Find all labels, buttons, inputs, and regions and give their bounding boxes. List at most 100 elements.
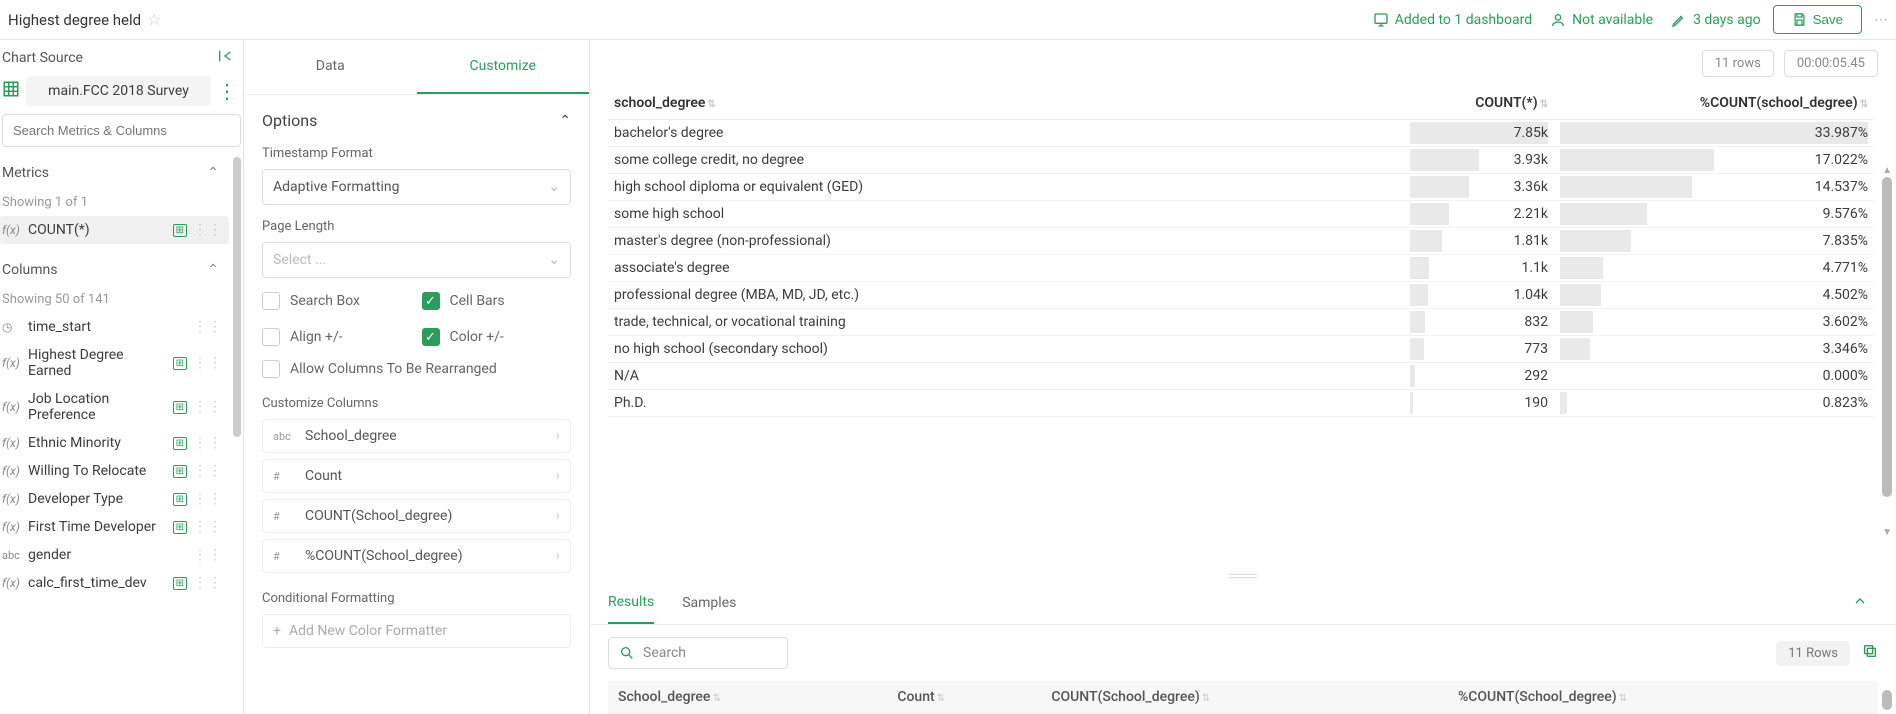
search-box-label: Search Box: [290, 293, 360, 309]
table-row[interactable]: high school diploma or equivalent (GED)3…: [608, 174, 1874, 201]
drag-handle-icon[interactable]: ⋮⋮: [193, 435, 223, 451]
drag-handle-icon[interactable]: ⋮⋮: [193, 463, 223, 479]
metrics-heading: Metrics: [2, 165, 49, 181]
lower-scrollbar[interactable]: [1882, 690, 1892, 710]
drag-handle-icon[interactable]: ⋮⋮: [193, 519, 223, 535]
th-count[interactable]: COUNT(*)⇅: [1404, 87, 1554, 120]
fx-icon: f(x): [2, 576, 22, 590]
table-row[interactable]: Ph.D.1900.823%: [608, 390, 1874, 417]
drag-handle-icon[interactable]: ⋮⋮: [193, 575, 223, 591]
drag-handle-icon[interactable]: ⋮⋮: [193, 491, 223, 507]
table-row[interactable]: N/A2920.000%: [608, 363, 1874, 390]
column-entry-label: %COUNT(School_degree): [305, 548, 463, 564]
tab-samples[interactable]: Samples: [682, 583, 736, 623]
customize-column-entry[interactable]: #COUNT(School_degree)›: [262, 499, 571, 533]
add-formatter-button[interactable]: + Add New Color Formatter: [262, 614, 571, 648]
column-item[interactable]: f(x)Ethnic Minority⊞⋮⋮: [0, 429, 229, 457]
source-more-icon[interactable]: ⋮: [217, 79, 237, 103]
save-button[interactable]: Save: [1773, 5, 1862, 34]
tab-customize[interactable]: Customize: [417, 40, 590, 94]
search-input[interactable]: [2, 114, 241, 147]
drag-handle-icon[interactable]: ⋮⋮: [193, 222, 223, 238]
agg-icon: ⊞: [173, 493, 187, 506]
column-item[interactable]: f(x)Highest Degree Earned⊞⋮⋮: [0, 341, 229, 385]
resize-handle[interactable]: [590, 570, 1896, 582]
copy-icon[interactable]: [1862, 643, 1878, 663]
drag-handle-icon[interactable]: ⋮⋮: [193, 319, 223, 335]
customize-columns-label: Customize Columns: [262, 396, 571, 411]
drag-handle-icon[interactable]: ⋮⋮: [193, 547, 223, 563]
scroll-up-icon[interactable]: ▲: [1882, 165, 1892, 176]
lth-degree[interactable]: School_degree⇅: [608, 681, 887, 714]
sort-icon: ⇅: [707, 99, 715, 110]
checkbox-checked-icon: ✓: [422, 292, 440, 310]
column-item[interactable]: f(x)Willing To Relocate⊞⋮⋮: [0, 457, 229, 485]
source-name[interactable]: main.FCC 2018 Survey: [26, 76, 211, 106]
lth-pct[interactable]: %COUNT(School_degree)⇅: [1448, 681, 1878, 714]
customize-panel: Data Customize Options ⌃ Timestamp Forma…: [244, 40, 590, 714]
lth-countsd[interactable]: COUNT(School_degree)⇅: [1041, 681, 1448, 714]
more-icon[interactable]: ⋯: [1874, 12, 1888, 28]
column-item[interactable]: f(x)Job Location Preference⊞⋮⋮: [0, 385, 229, 429]
tab-results[interactable]: Results: [608, 582, 654, 624]
th-pct[interactable]: %COUNT(school_degree)⇅: [1554, 87, 1874, 120]
save-label: Save: [1813, 12, 1843, 27]
expand-icon[interactable]: [1842, 583, 1878, 623]
column-item[interactable]: abcgender⋮⋮: [0, 541, 229, 569]
column-entry-label: COUNT(School_degree): [305, 508, 452, 524]
customize-column-entry[interactable]: #Count›: [262, 459, 571, 493]
chevron-up-icon[interactable]: ⌃: [207, 262, 219, 278]
table-row[interactable]: associate's degree1.1k4.771%: [608, 255, 1874, 282]
lth-count[interactable]: Count⇅: [887, 681, 1041, 714]
result-scrollbar[interactable]: [1882, 177, 1892, 497]
column-label: Job Location Preference: [28, 391, 165, 423]
chevron-down-icon: ⌄: [548, 179, 560, 195]
table-row[interactable]: master's degree (non-professional)1.81k7…: [608, 228, 1874, 255]
table-row[interactable]: professional degree (MBA, MD, JD, etc.)1…: [608, 282, 1874, 309]
table-row[interactable]: some high school2.21k9.576%: [608, 201, 1874, 228]
chevron-up-icon[interactable]: ⌃: [559, 113, 571, 129]
align-checkbox[interactable]: Align +/-: [262, 328, 412, 346]
drag-handle-icon[interactable]: ⋮⋮: [193, 355, 223, 371]
column-item[interactable]: f(x)First Time Developer⊞⋮⋮: [0, 513, 229, 541]
search-box-checkbox[interactable]: Search Box: [262, 292, 412, 310]
columns-showing: Showing 50 of 141: [0, 282, 229, 313]
table-row[interactable]: some college credit, no degree3.93k17.02…: [608, 147, 1874, 174]
sidebar-scrollbar[interactable]: [233, 157, 241, 437]
fx-icon: f(x): [2, 520, 22, 534]
drag-handle-icon[interactable]: ⋮⋮: [193, 399, 223, 415]
column-entry-label: School_degree: [305, 428, 397, 444]
collapse-sidebar-icon[interactable]: [217, 48, 233, 68]
chevron-right-icon: ›: [556, 468, 560, 484]
scroll-down-icon[interactable]: ▼: [1882, 527, 1892, 538]
color-checkbox[interactable]: ✓ Color +/-: [422, 328, 572, 346]
results-search[interactable]: Search: [608, 637, 788, 669]
column-label: Ethnic Minority: [28, 435, 165, 451]
column-item[interactable]: ◷time_start⋮⋮: [0, 313, 229, 341]
updated-link[interactable]: 3 days ago: [1671, 12, 1761, 28]
column-item[interactable]: f(x)calc_first_time_dev⊞⋮⋮: [0, 569, 229, 597]
results-search-placeholder: Search: [643, 645, 686, 661]
rearrange-checkbox[interactable]: Allow Columns To Be Rearranged: [262, 360, 571, 378]
page-length-select[interactable]: Select ... ⌄: [262, 242, 571, 278]
cell-count: 292: [1404, 363, 1554, 390]
customize-column-entry[interactable]: #%COUNT(School_degree)›: [262, 539, 571, 573]
cell-bars-label: Cell Bars: [450, 293, 505, 309]
customize-column-entry[interactable]: abcSchool_degree›: [262, 419, 571, 453]
page-title: Highest degree held: [8, 11, 141, 29]
table-row[interactable]: no high school (secondary school)7733.34…: [608, 336, 1874, 363]
column-item[interactable]: f(x)Developer Type⊞⋮⋮: [0, 485, 229, 513]
chevron-up-icon[interactable]: ⌃: [207, 165, 219, 181]
metric-item[interactable]: f(x) COUNT(*) ⊞ ⋮⋮: [0, 216, 229, 244]
agg-icon: ⊞: [173, 357, 187, 370]
cell-bars-checkbox[interactable]: ✓ Cell Bars: [422, 292, 572, 310]
timestamp-select[interactable]: Adaptive Formatting ⌄: [262, 169, 571, 205]
add-formatter-label: Add New Color Formatter: [289, 623, 447, 639]
availability-link[interactable]: Not available: [1550, 12, 1653, 28]
tab-data[interactable]: Data: [244, 40, 417, 94]
table-row[interactable]: bachelor's degree7.85k33.987%: [608, 120, 1874, 147]
th-school-degree[interactable]: school_degree⇅: [608, 87, 1404, 120]
added-dashboard-link[interactable]: Added to 1 dashboard: [1373, 12, 1532, 28]
star-icon[interactable]: ☆: [147, 10, 161, 29]
table-row[interactable]: trade, technical, or vocational training…: [608, 309, 1874, 336]
